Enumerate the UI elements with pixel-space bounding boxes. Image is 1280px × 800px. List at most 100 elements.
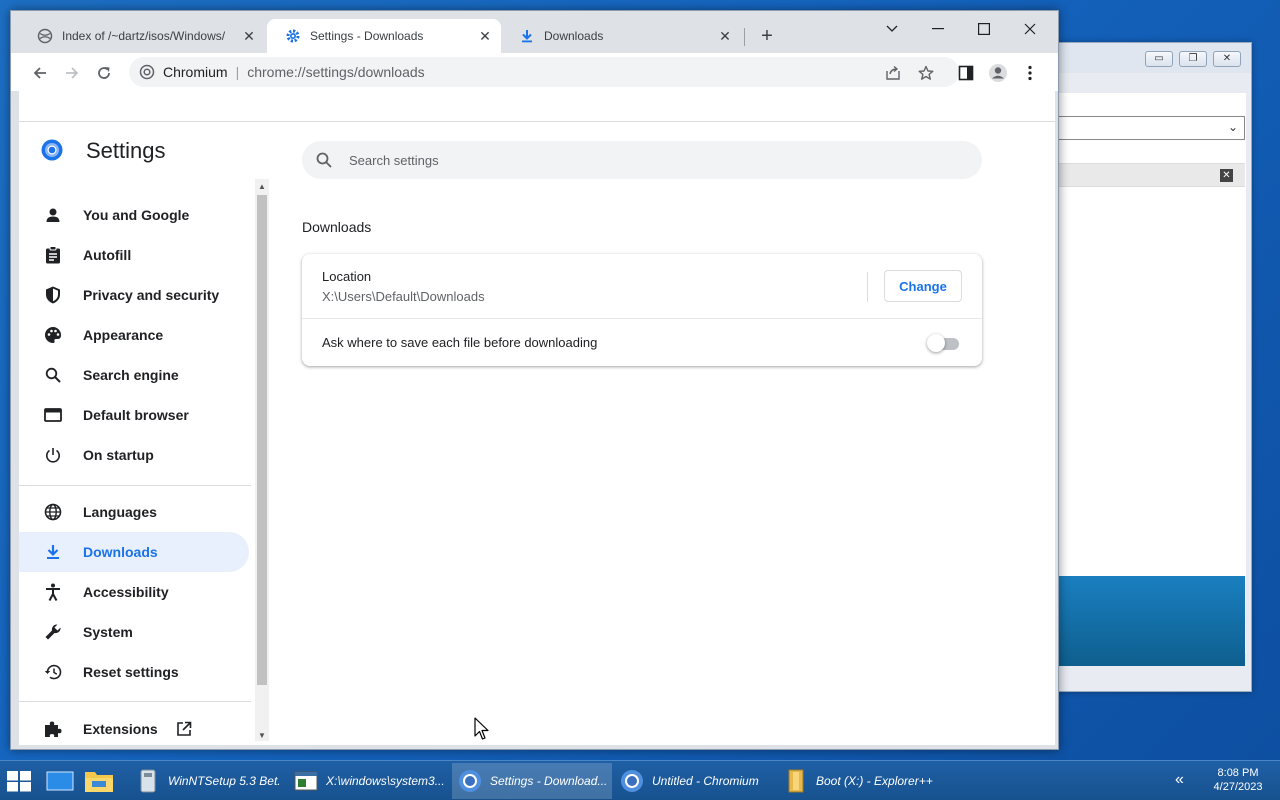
sidebar-item-privacy[interactable]: Privacy and security bbox=[19, 275, 249, 315]
maximize-icon bbox=[978, 23, 990, 35]
header-divider bbox=[19, 121, 1055, 122]
close-icon[interactable]: ✕ bbox=[1220, 169, 1233, 182]
sidebar-divider bbox=[19, 485, 251, 486]
sidebar-item-label: Privacy and security bbox=[83, 287, 220, 303]
sidebar-item-label: Accessibility bbox=[83, 584, 169, 600]
close-icon[interactable]: ✕ bbox=[717, 28, 733, 44]
external-link-icon bbox=[176, 721, 192, 737]
sidebar-item-extensions[interactable]: Extensions bbox=[19, 709, 249, 749]
sidebar-item-default-browser[interactable]: Default browser bbox=[19, 395, 249, 435]
new-tab-button[interactable]: + bbox=[755, 25, 779, 49]
puzzle-icon bbox=[43, 719, 63, 739]
change-location-button[interactable]: Change bbox=[884, 270, 962, 302]
url-text[interactable]: chrome://settings/downloads bbox=[247, 64, 424, 80]
scroll-up-icon[interactable]: ▲ bbox=[258, 182, 266, 191]
show-hidden-icons-icon[interactable]: « bbox=[1175, 771, 1184, 789]
restore-icon[interactable]: ❐ bbox=[1179, 51, 1207, 67]
chevron-down-icon bbox=[886, 25, 898, 32]
taskbar-item-label: Settings - Download... bbox=[490, 774, 608, 788]
reload-button[interactable] bbox=[92, 61, 116, 85]
windows-start-icon[interactable] bbox=[6, 769, 32, 793]
sidebar-item-on-startup[interactable]: On startup bbox=[19, 435, 249, 475]
palette-icon bbox=[43, 325, 63, 345]
download-icon bbox=[519, 28, 535, 44]
system-clock[interactable]: 8:08 PM 4/27/2023 bbox=[1205, 766, 1271, 794]
sidebar-item-label: System bbox=[83, 624, 133, 640]
globe-icon bbox=[43, 502, 63, 522]
reload-icon bbox=[98, 67, 110, 79]
sidebar-item-system[interactable]: System bbox=[19, 612, 249, 652]
sidebar-item-label: Reset settings bbox=[83, 664, 179, 680]
chromium-logo-icon bbox=[41, 139, 63, 161]
tab-index[interactable]: Index of /~dartz/isos/Windows/ ✕ bbox=[19, 19, 265, 53]
tab-settings[interactable]: Settings - Downloads ✕ bbox=[267, 19, 501, 53]
side-panel-icon bbox=[958, 65, 974, 81]
background-window[interactable]: ▭ ❐ ✕ ⌄ ✕ bbox=[1052, 42, 1252, 692]
search-input[interactable]: Search settings bbox=[302, 141, 982, 179]
winntsetup-icon bbox=[140, 769, 156, 793]
folder-icon bbox=[788, 769, 804, 793]
sidebar-item-languages[interactable]: Languages bbox=[19, 492, 249, 532]
scrollbar-thumb[interactable] bbox=[257, 195, 267, 685]
settings-page: Settings Search settings You and Google … bbox=[19, 91, 1055, 745]
minimize-button[interactable] bbox=[915, 15, 961, 43]
desktop-icon[interactable] bbox=[46, 769, 74, 793]
taskbar: WinNTSetup 5.3 Bet... X:\windows\system3… bbox=[0, 760, 1280, 800]
row-divider bbox=[302, 318, 982, 319]
taskbar-item-settings[interactable]: Settings - Download... bbox=[452, 763, 612, 799]
tab-separator bbox=[744, 28, 745, 46]
taskbar-item-chromium[interactable]: Untitled - Chromium bbox=[614, 763, 774, 799]
taskbar-item-winntsetup[interactable]: WinNTSetup 5.3 Bet... bbox=[130, 763, 280, 799]
sidebar-scrollbar[interactable]: ▲ ▼ bbox=[255, 179, 269, 741]
forward-button[interactable] bbox=[60, 61, 84, 85]
share-icon bbox=[885, 65, 900, 80]
search-icon bbox=[316, 152, 332, 168]
menu-button[interactable] bbox=[1019, 62, 1041, 84]
side-panel-button[interactable] bbox=[955, 62, 977, 84]
sidebar-item-autofill[interactable]: Autofill bbox=[19, 235, 249, 275]
person-icon bbox=[43, 205, 63, 225]
maximize-button[interactable] bbox=[961, 15, 1007, 43]
wrench-icon bbox=[43, 622, 63, 642]
close-icon[interactable]: ✕ bbox=[477, 28, 493, 44]
tab-search-button[interactable] bbox=[869, 15, 915, 43]
sidebar-item-appearance[interactable]: Appearance bbox=[19, 315, 249, 355]
background-window-titlebar[interactable]: ▭ ❐ ✕ bbox=[1053, 43, 1251, 73]
gear-icon bbox=[285, 28, 301, 44]
close-window-button[interactable] bbox=[1007, 15, 1053, 43]
sidebar-item-accessibility[interactable]: Accessibility bbox=[19, 572, 249, 612]
download-icon bbox=[43, 542, 63, 562]
sidebar-divider bbox=[19, 701, 251, 702]
sidebar-item-reset-settings[interactable]: Reset settings bbox=[19, 652, 249, 692]
sidebar-item-search-engine[interactable]: Search engine bbox=[19, 355, 249, 395]
sidebar-item-downloads[interactable]: Downloads bbox=[19, 532, 249, 572]
page-title: Settings bbox=[86, 138, 166, 163]
ask-where-to-save-toggle[interactable] bbox=[927, 334, 959, 352]
tab-downloads[interactable]: Downloads ✕ bbox=[501, 19, 741, 53]
chromium-icon bbox=[139, 64, 155, 80]
back-button[interactable] bbox=[28, 61, 52, 85]
location-path: X:\Users\Default\Downloads bbox=[322, 289, 485, 304]
scroll-down-icon[interactable]: ▼ bbox=[258, 731, 266, 740]
sidebar-item-you-and-google[interactable]: You and Google bbox=[19, 195, 249, 235]
share-button[interactable] bbox=[883, 63, 903, 83]
minimize-icon[interactable]: ▭ bbox=[1145, 51, 1173, 67]
bookmark-button[interactable] bbox=[916, 63, 936, 83]
ask-where-to-save-label: Ask where to save each file before downl… bbox=[322, 335, 598, 350]
tab-title: Settings - Downloads bbox=[310, 29, 424, 43]
address-bar[interactable]: Chromium | chrome://settings/downloads bbox=[129, 57, 959, 87]
folder-icon[interactable] bbox=[84, 768, 114, 794]
search-placeholder: Search settings bbox=[349, 152, 439, 168]
sidebar-item-label: Search engine bbox=[83, 367, 179, 383]
close-icon[interactable]: ✕ bbox=[241, 28, 257, 44]
power-icon bbox=[43, 445, 63, 465]
profile-button[interactable] bbox=[987, 62, 1009, 84]
background-dropdown[interactable]: ⌄ bbox=[1053, 116, 1245, 140]
taskbar-item-console[interactable]: X:\windows\system3... bbox=[288, 763, 448, 799]
tab-title: Index of /~dartz/isos/Windows/ bbox=[62, 29, 226, 43]
star-icon bbox=[918, 65, 934, 80]
taskbar-item-explorer[interactable]: Boot (X:) - Explorer++ bbox=[778, 763, 948, 799]
site-name: Chromium bbox=[163, 64, 228, 80]
settings-sidebar: You and Google Autofill Privacy and secu… bbox=[19, 183, 259, 745]
close-icon[interactable]: ✕ bbox=[1213, 51, 1241, 67]
